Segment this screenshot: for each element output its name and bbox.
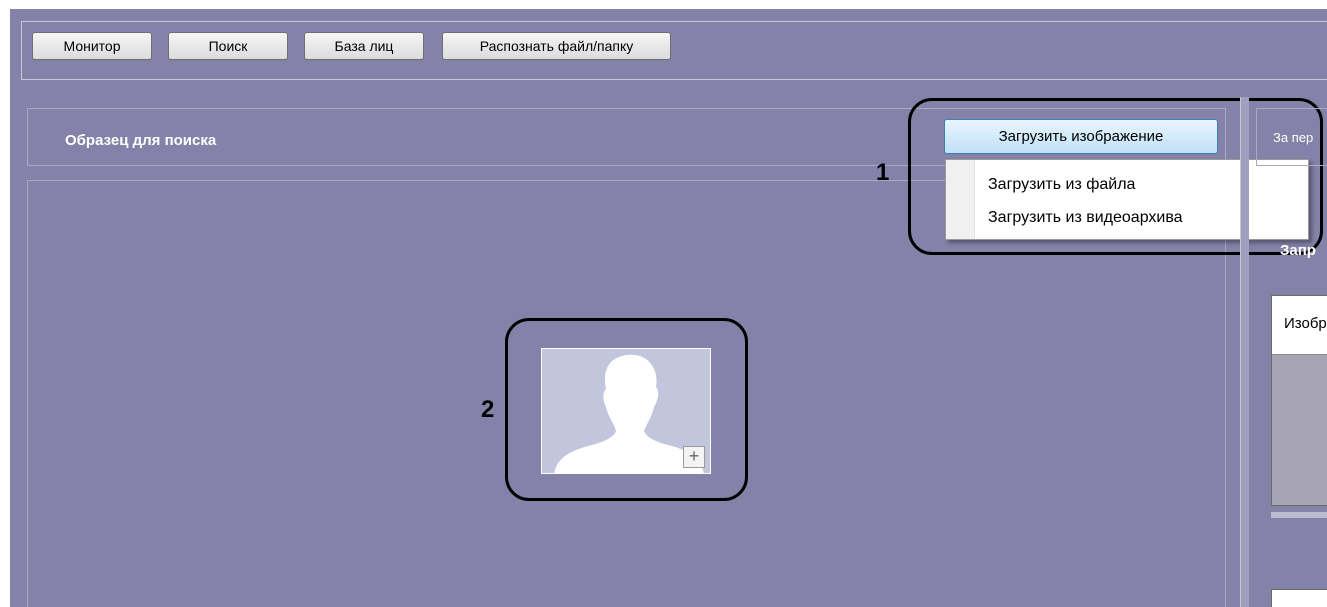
face-database-button[interactable]: База лиц	[304, 32, 424, 60]
right-panel-bottom-box	[1271, 589, 1327, 607]
annotation-marker-2: 2	[481, 396, 495, 423]
right-panel-table: Изобр	[1271, 295, 1327, 506]
right-panel-separator	[1271, 512, 1327, 518]
annotation-marker-1: 1	[876, 159, 890, 186]
table-header-label: Изобр	[1284, 315, 1327, 332]
panel-splitter[interactable]	[1240, 97, 1249, 607]
toolbar: Монитор Поиск База лиц Распознать файл/п…	[21, 21, 1327, 80]
recognize-file-folder-button[interactable]: Распознать файл/папку	[442, 32, 671, 60]
search-button[interactable]: Поиск	[168, 32, 288, 60]
app-window: Монитор Поиск База лиц Распознать файл/п…	[10, 9, 1327, 607]
monitor-button[interactable]: Монитор	[32, 32, 152, 60]
annotation-frame-2	[505, 318, 748, 501]
right-panel-header: За пер	[1256, 108, 1327, 166]
sample-panel-title: Образец для поиска	[65, 132, 217, 149]
table-header[interactable]: Изобр	[1272, 296, 1327, 355]
right-panel-header-text: За пер	[1273, 130, 1314, 145]
right-panel-subtitle: Запр	[1280, 242, 1316, 259]
